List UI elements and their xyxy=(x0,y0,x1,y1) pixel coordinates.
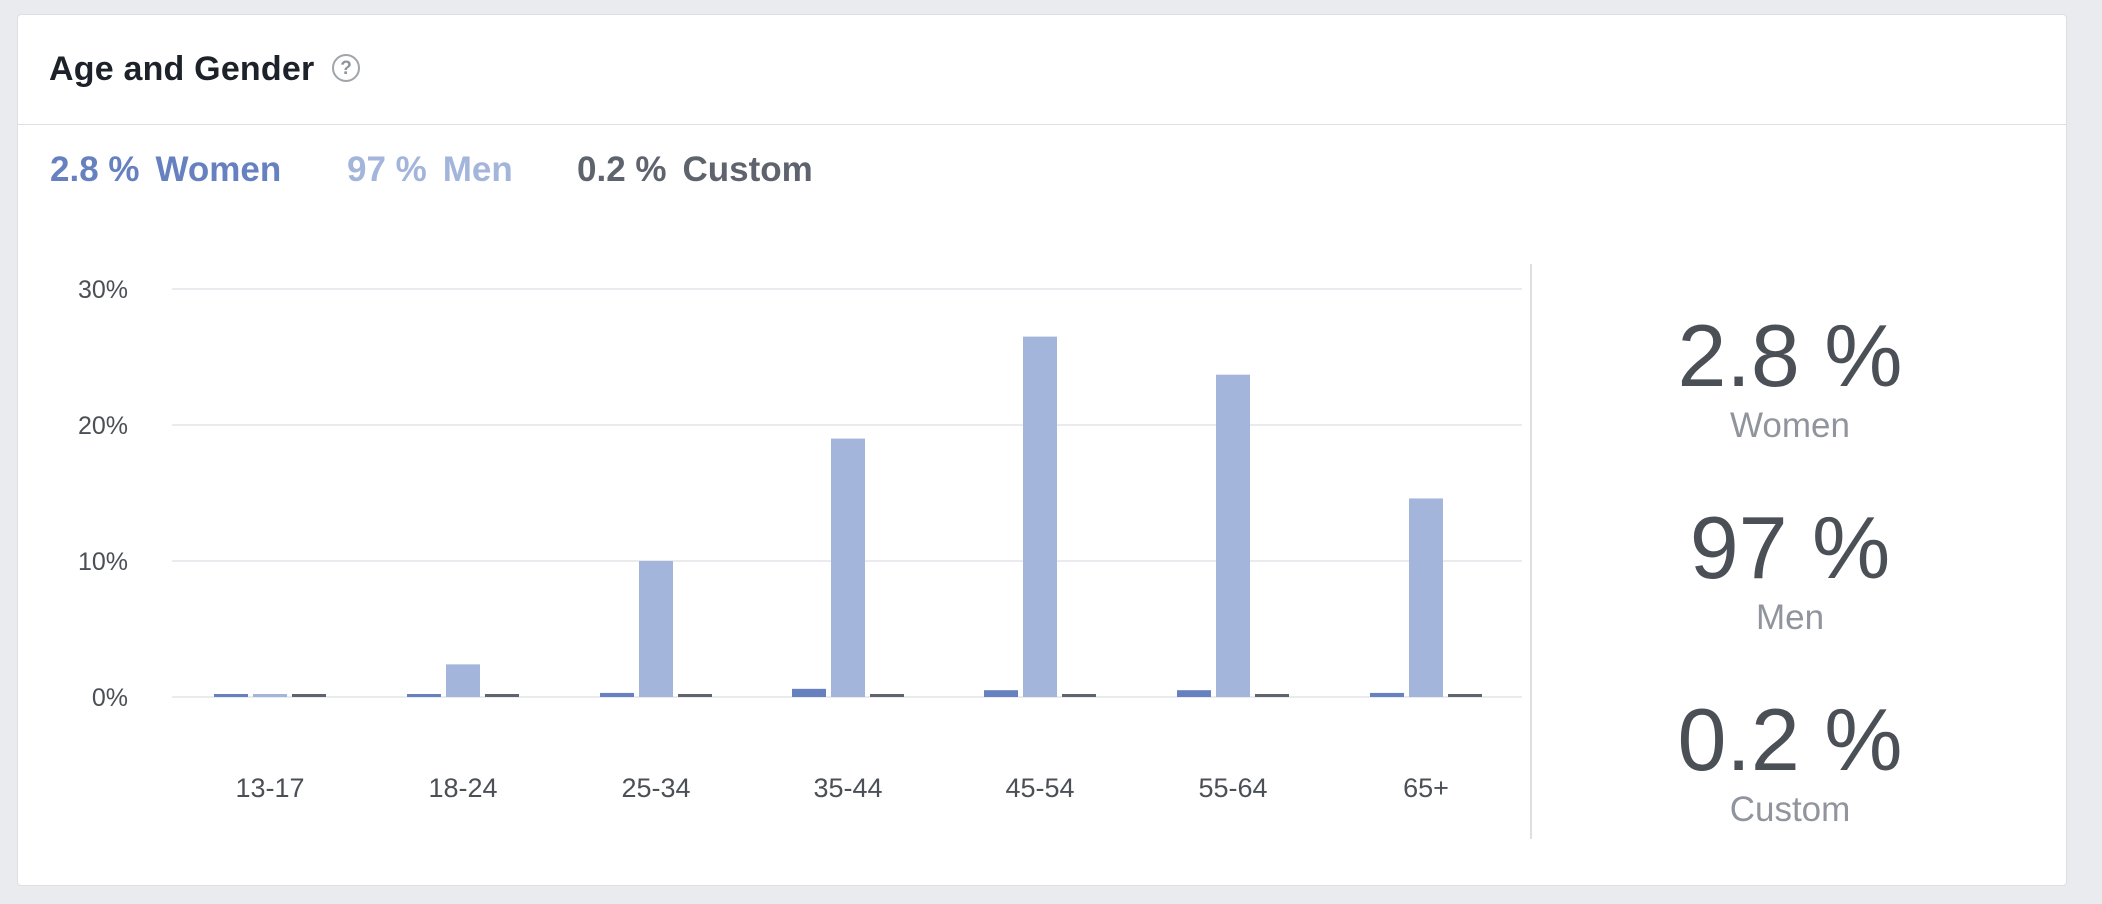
bar-custom-25-34 xyxy=(678,694,712,697)
bar-custom-65+ xyxy=(1448,694,1482,697)
x-category-label: 65+ xyxy=(1403,773,1449,803)
bar-men-45-54 xyxy=(1023,336,1057,697)
x-category-label: 18-24 xyxy=(428,773,497,803)
bar-men-25-34 xyxy=(639,561,673,697)
summary-women-label: Women xyxy=(1730,406,1850,445)
y-tick-label: 20% xyxy=(78,412,128,440)
bar-women-35-44 xyxy=(792,688,826,697)
bar-custom-55-64 xyxy=(1255,694,1289,697)
bar-men-13-17 xyxy=(253,694,287,697)
bar-custom-18-24 xyxy=(485,694,519,697)
bar-women-55-64 xyxy=(1177,690,1211,697)
bar-custom-35-44 xyxy=(870,694,904,697)
summary-men-value: 97 % xyxy=(1689,498,1891,597)
bar-women-13-17 xyxy=(214,694,248,697)
x-category-label: 35-44 xyxy=(813,773,882,803)
bar-women-25-34 xyxy=(600,692,634,697)
x-category-label: 13-17 xyxy=(235,773,304,803)
bar-women-45-54 xyxy=(984,690,1018,697)
x-category-label: 55-64 xyxy=(1198,773,1267,803)
bar-custom-45-54 xyxy=(1062,694,1096,697)
x-category-label: 25-34 xyxy=(621,773,690,803)
bar-women-18-24 xyxy=(407,694,441,697)
summary-men-label: Men xyxy=(1755,598,1825,637)
y-tick-label: 10% xyxy=(78,548,128,576)
y-tick-label: 30% xyxy=(78,276,128,304)
bar-men-18-24 xyxy=(446,664,480,697)
summary-custom-label: Custom xyxy=(1729,790,1851,829)
bar-men-55-64 xyxy=(1216,374,1250,697)
summary-custom-value: 0.2 % xyxy=(1677,690,1903,789)
y-tick-label: 0% xyxy=(92,684,128,712)
bar-custom-13-17 xyxy=(292,694,326,697)
bar-men-65+ xyxy=(1409,498,1443,697)
x-category-label: 45-54 xyxy=(1005,773,1074,803)
summary-women-value: 2.8 % xyxy=(1677,306,1903,405)
bar-women-65+ xyxy=(1370,692,1404,697)
bar-men-35-44 xyxy=(831,438,865,697)
